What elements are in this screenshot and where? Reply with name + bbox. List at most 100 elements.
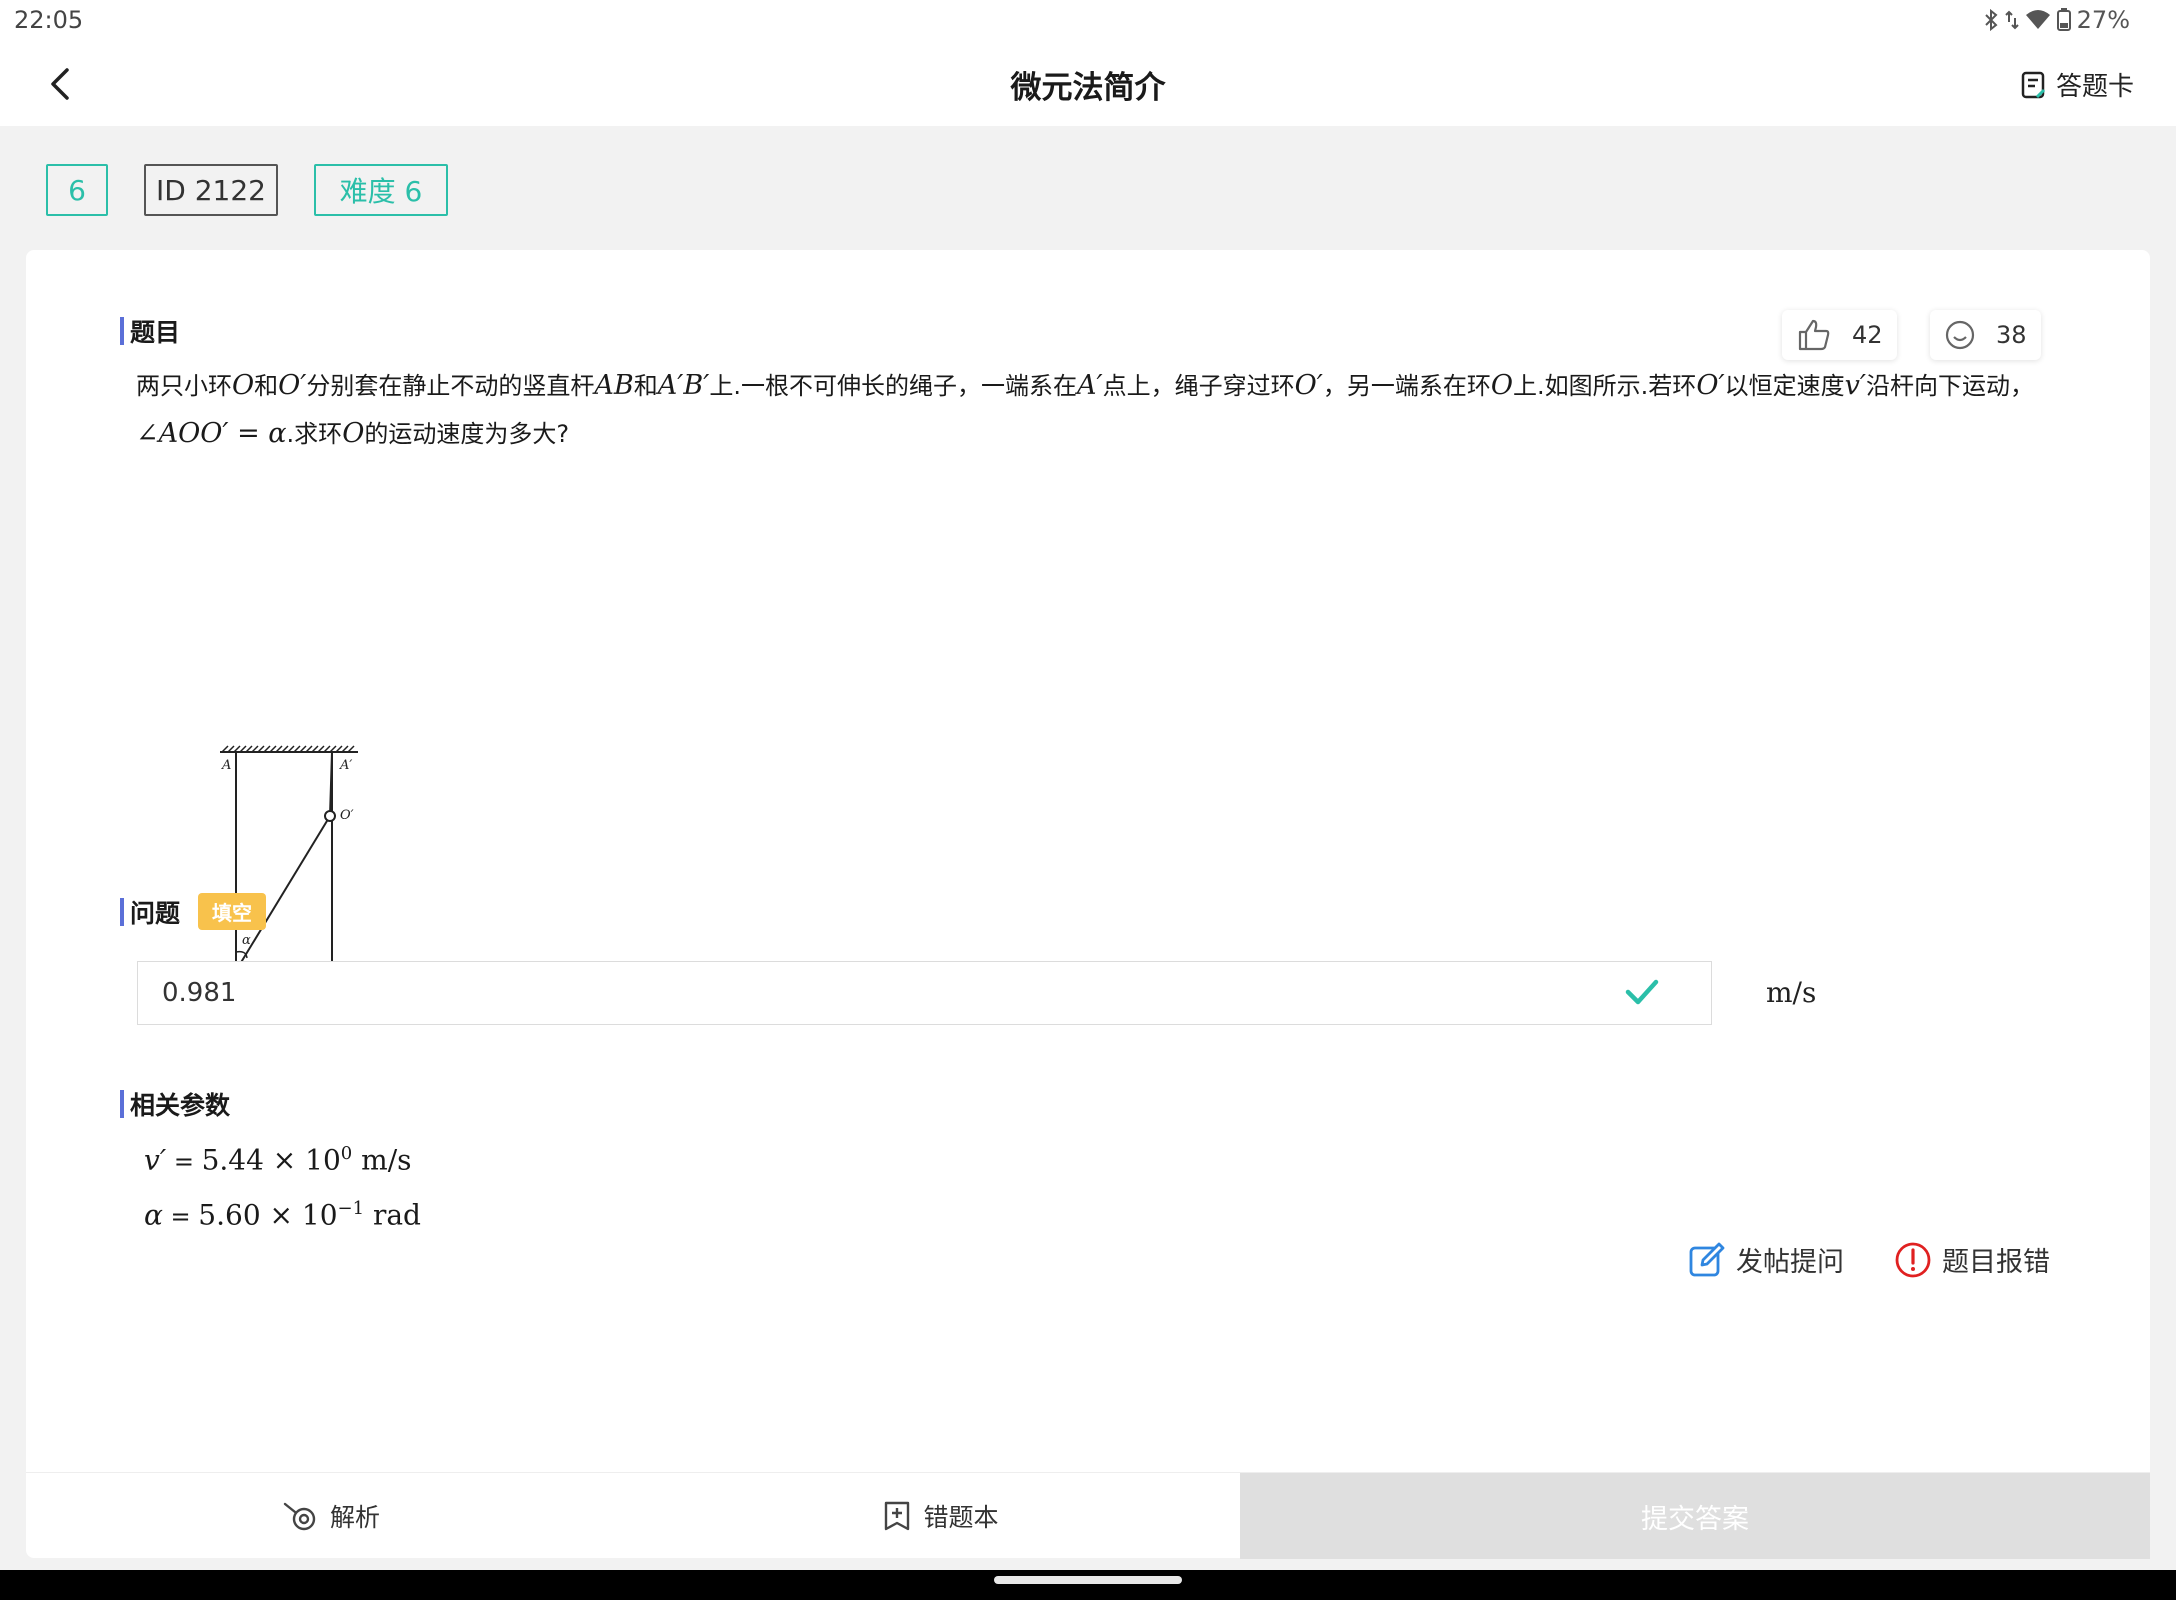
fill-blank-badge: 填空 [198, 893, 267, 930]
smiley-icon [1945, 320, 1975, 350]
data-arrows-icon [2004, 10, 2019, 30]
submit-answer-button[interactable]: 提交答案 [1240, 1473, 2150, 1559]
question-text-seg: .求环 [286, 420, 343, 448]
math-symbol: O′ [1696, 370, 1725, 401]
answer-card-label: 答题卡 [2055, 72, 2134, 102]
problem-section-label: 问题 [130, 898, 181, 928]
post-question-label: 发帖提问 [1736, 1247, 1844, 1278]
question-tags: 6 ID 2122 难度 6 [46, 164, 448, 216]
ceiling-hatch [220, 745, 358, 753]
param-exponent: 0 [340, 1143, 353, 1164]
app-bar: 微元法简介 答题卡 [0, 44, 2176, 126]
params-section-label: 相关参数 [130, 1091, 231, 1120]
question-actions: 发帖提问 题目报错 [1688, 1240, 2050, 1279]
bluetooth-icon [1984, 8, 1998, 32]
question-section-title: 题目 [120, 313, 180, 349]
param-row: v′ = 5.44 × 100 m/s [144, 1130, 421, 1185]
label-a: A [221, 758, 231, 773]
section-accent-bar [120, 897, 124, 926]
battery-level: 27% [2076, 6, 2130, 34]
question-text-seg: 上.如图所示.若环 [1513, 372, 1697, 400]
question-card: 题目 42 38 两只小环O和O′分别套在静止不动的竖直杆AB和A′B′上.一根… [26, 250, 2150, 1559]
question-text-seg: 点上，绳子穿过环 [1102, 372, 1295, 400]
report-error-button[interactable]: 题目报错 [1894, 1240, 2050, 1279]
question-text-seg: 两只小环 [136, 372, 232, 400]
math-symbol: A′B′ [657, 370, 710, 401]
param-equals: = [162, 1202, 199, 1231]
param-mantissa: 5.44 × 10 [201, 1143, 341, 1177]
question-text: 两只小环O和O′分别套在静止不动的竖直杆AB和A′B′上.一根不可伸长的绳子，一… [136, 362, 2086, 458]
question-section-label: 题目 [130, 318, 181, 347]
param-mantissa: 5.60 × 10 [198, 1198, 338, 1232]
dislike-count: 38 [1996, 321, 2027, 349]
difficulty-tag: 难度 6 [313, 164, 448, 216]
battery-icon [2056, 8, 2071, 31]
status-bar: 22:05 27% [0, 0, 2176, 44]
question-text-seg: 分别套在静止不动的竖直杆 [306, 372, 595, 400]
question-text-seg: ，另一端系在环 [1322, 372, 1491, 400]
label-a-prime: A′ [339, 758, 352, 773]
analysis-icon [283, 1502, 316, 1530]
like-count: 42 [1852, 321, 1883, 349]
params-list: v′ = 5.44 × 100 m/s α = 5.60 × 10−1 rad [144, 1130, 421, 1241]
question-id-tag: ID 2122 [144, 164, 278, 216]
dislike-button[interactable]: 38 [1930, 310, 2041, 360]
system-nav-bar [0, 1570, 2176, 1600]
bottom-action-bar: 解析 错题本 提交答案 [26, 1472, 2150, 1559]
param-unit: rad [364, 1198, 421, 1232]
math-symbol: v′ [1844, 370, 1866, 401]
section-accent-bar [120, 1090, 124, 1118]
question-text-seg: 上.一根不可伸长的绳子，一端系在 [709, 372, 1077, 400]
answer-field[interactable]: 0.981 [137, 961, 1712, 1025]
report-error-label: 题目报错 [1942, 1247, 2050, 1278]
thumbs-up-icon [1798, 319, 1830, 351]
rings-rope-diagram: A A′ O′ α O B B′ [218, 745, 358, 1009]
param-exponent: −1 [337, 1198, 365, 1220]
alert-icon [1895, 1242, 1931, 1277]
math-symbol: O [1490, 370, 1514, 401]
param-unit: m/s [352, 1143, 412, 1177]
checkmark-icon [1625, 979, 1659, 1005]
math-symbol: O′ [278, 370, 307, 401]
param-row: α = 5.60 × 10−1 rad [144, 1185, 421, 1240]
back-button[interactable] [36, 60, 84, 108]
edit-icon [1689, 1242, 1725, 1276]
param-symbol: v′ [144, 1143, 167, 1177]
status-icons: 27% [1983, 6, 2130, 34]
wrongbook-tab[interactable]: 错题本 [636, 1473, 1246, 1558]
home-gesture-handle[interactable] [994, 1576, 1182, 1584]
question-text-seg: 的运动速度为多大? [364, 420, 570, 448]
label-alpha: α [242, 933, 251, 948]
ring-o2 [324, 810, 336, 822]
question-text-seg: 和 [633, 372, 658, 400]
question-text-seg: 以恒定速度 [1724, 372, 1845, 400]
math-symbol: O [342, 418, 365, 449]
chevron-left-icon [51, 68, 69, 100]
analysis-tab[interactable]: 解析 [26, 1473, 636, 1558]
status-time: 22:05 [14, 6, 84, 34]
math-symbol: ∠AOO′ = α [136, 418, 287, 449]
param-equals: = [166, 1147, 202, 1176]
bookmark-add-icon [885, 1501, 910, 1530]
label-o-prime: O′ [340, 808, 354, 823]
page-title: 微元法简介 [1010, 70, 1166, 106]
answer-value: 0.981 [162, 978, 237, 1008]
math-symbol: A′ [1077, 370, 1103, 401]
like-button[interactable]: 42 [1782, 310, 1897, 360]
math-symbol: O′ [1294, 370, 1323, 401]
wrongbook-label: 错题本 [923, 1502, 999, 1532]
section-accent-bar [120, 317, 124, 345]
param-symbol: α [144, 1198, 163, 1232]
question-text-seg: 沿杆向下运动， [1865, 372, 2034, 400]
analysis-label: 解析 [329, 1502, 380, 1532]
answer-card-button[interactable]: 答题卡 [2020, 66, 2134, 103]
question-text-seg: 和 [254, 372, 279, 400]
answer-sheet-icon [2021, 71, 2046, 98]
wifi-icon [2025, 10, 2050, 29]
params-section-title: 相关参数 [120, 1086, 230, 1122]
math-symbol: O [232, 370, 255, 401]
question-number-tag: 6 [46, 164, 108, 216]
post-question-button[interactable]: 发帖提问 [1688, 1240, 1844, 1279]
answer-unit: m/s [1766, 976, 1817, 1009]
math-symbol: AB [594, 370, 634, 401]
